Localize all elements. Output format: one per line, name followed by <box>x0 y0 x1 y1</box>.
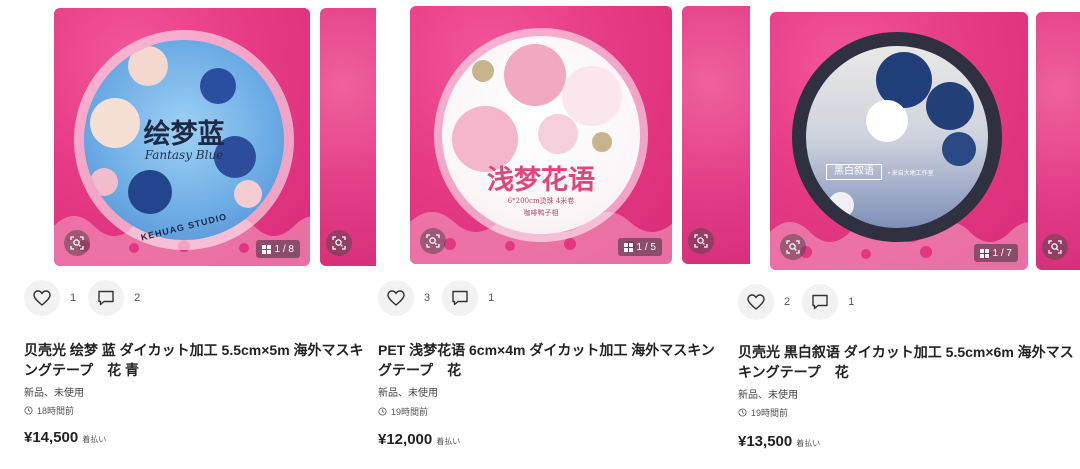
engagement-stats: 3 1 <box>378 280 506 316</box>
clock-icon <box>378 407 387 416</box>
price-row: ¥13,500 着払い <box>738 433 820 450</box>
like-count: 3 <box>424 292 431 304</box>
shipping-label: 着払い <box>796 439 821 448</box>
tape-subtitle-2: 咖啡鸭子相 <box>523 209 559 217</box>
next-photo-preview[interactable] <box>1036 12 1080 270</box>
shipping-label: 着払い <box>436 437 461 446</box>
clock-icon <box>738 408 747 417</box>
image-counter: 1 / 7 <box>973 244 1018 262</box>
price-row: ¥14,500 着払い <box>24 429 106 446</box>
like-count: 2 <box>784 296 791 308</box>
item-condition: 新品、未使用 <box>378 388 438 399</box>
washi-tape-roll: 绘梦蓝 Fantasy Blue KEHUAG STUDIO <box>74 30 294 250</box>
image-counter: 1 / 8 <box>255 240 300 258</box>
image-search-icon[interactable] <box>64 230 90 256</box>
image-counter: 1 / 5 <box>617 238 662 256</box>
shipping-label: 着払い <box>82 435 107 444</box>
image-search-icon[interactable] <box>1042 234 1068 260</box>
clock-icon <box>24 406 33 415</box>
heart-icon <box>387 290 405 306</box>
item-condition: 新品、未使用 <box>24 388 84 399</box>
image-carousel[interactable]: 绘梦蓝 Fantasy Blue KEHUAG STUDIO 1 / 8 <box>54 8 376 272</box>
listing-title[interactable]: 贝壳光 黒白叙语 ダイカット加工 5.5cm×6m 海外マスキングテープ 花 <box>738 342 1078 382</box>
price-row: ¥12,000 着払い <box>378 431 460 448</box>
heart-icon <box>33 290 51 306</box>
tape-title: 浅梦花语 <box>487 165 595 196</box>
washi-tape-roll: 黑白叙语 • 来自大地工作室 <box>792 32 1002 242</box>
like-button[interactable] <box>24 280 60 316</box>
comment-button[interactable] <box>802 284 839 320</box>
gallery-grid-icon <box>979 248 989 258</box>
washi-tape-roll: 浅梦花语 6*200cm烫珠 4米卷 咖啡鸭子相 <box>434 28 648 242</box>
posted-time: 19時間前 <box>378 405 428 418</box>
product-photo[interactable]: 浅梦花语 6*200cm烫珠 4米卷 咖啡鸭子相 1 / 5 <box>410 6 672 264</box>
gallery-grid-icon <box>261 244 271 254</box>
heart-icon <box>747 294 765 310</box>
comment-icon <box>452 290 468 306</box>
comment-button[interactable] <box>88 280 125 316</box>
comment-count: 1 <box>488 292 495 304</box>
price: ¥14,500 <box>24 429 79 446</box>
image-search-icon[interactable] <box>688 228 714 254</box>
tape-label: 黑白叙语 <box>826 164 882 180</box>
tape-title: 绘梦蓝 <box>143 119 225 150</box>
tape-label-small: • 来自大地工作室 <box>888 171 934 177</box>
image-carousel[interactable]: 黑白叙语 • 来自大地工作室 1 / 7 <box>770 12 1080 276</box>
image-search-icon[interactable] <box>326 230 352 256</box>
image-search-icon[interactable] <box>420 228 446 254</box>
like-button[interactable] <box>378 280 414 316</box>
engagement-stats: 2 1 <box>738 284 866 320</box>
next-photo-preview[interactable] <box>320 8 376 266</box>
product-photo[interactable]: 黑白叙语 • 来自大地工作室 1 / 7 <box>770 12 1028 270</box>
engagement-stats: 1 2 <box>24 280 152 316</box>
listing-card[interactable]: 浅梦花语 6*200cm烫珠 4米卷 咖啡鸭子相 1 / 5 3 1 PET 浅… <box>376 0 750 469</box>
comment-icon <box>812 294 828 310</box>
image-carousel[interactable]: 浅梦花语 6*200cm烫珠 4米卷 咖啡鸭子相 1 / 5 <box>410 6 750 270</box>
tape-subtitle: Fantasy Blue <box>144 148 224 162</box>
listing-title[interactable]: PET 浅梦花语 6cm×4m ダイカット加工 海外マスキングテープ 花 <box>378 340 718 380</box>
product-photo[interactable]: 绘梦蓝 Fantasy Blue KEHUAG STUDIO 1 / 8 <box>54 8 310 266</box>
price: ¥13,500 <box>738 433 793 450</box>
posted-time: 18時間前 <box>24 404 74 417</box>
price: ¥12,000 <box>378 431 433 448</box>
listing-card[interactable]: 绘梦蓝 Fantasy Blue KEHUAG STUDIO 1 / 8 1 2… <box>20 0 376 469</box>
listing-title[interactable]: 贝壳光 绘梦 蓝 ダイカット加工 5.5cm×5m 海外マスキングテープ 花 青 <box>24 340 364 380</box>
listing-card[interactable]: 黑白叙语 • 来自大地工作室 1 / 7 2 1 贝壳光 黒白叙语 ダイカット加 <box>736 0 1080 469</box>
tape-subtitle: 6*200cm烫珠 4米卷 <box>507 197 575 205</box>
comment-button[interactable] <box>442 280 479 316</box>
comment-count: 2 <box>134 292 141 304</box>
item-condition: 新品、未使用 <box>738 390 798 401</box>
comment-count: 1 <box>848 296 855 308</box>
image-search-icon[interactable] <box>780 234 806 260</box>
like-count: 1 <box>70 292 77 304</box>
comment-icon <box>98 290 114 306</box>
like-button[interactable] <box>738 284 774 320</box>
posted-time: 19時間前 <box>738 406 788 419</box>
gallery-grid-icon <box>623 242 633 252</box>
